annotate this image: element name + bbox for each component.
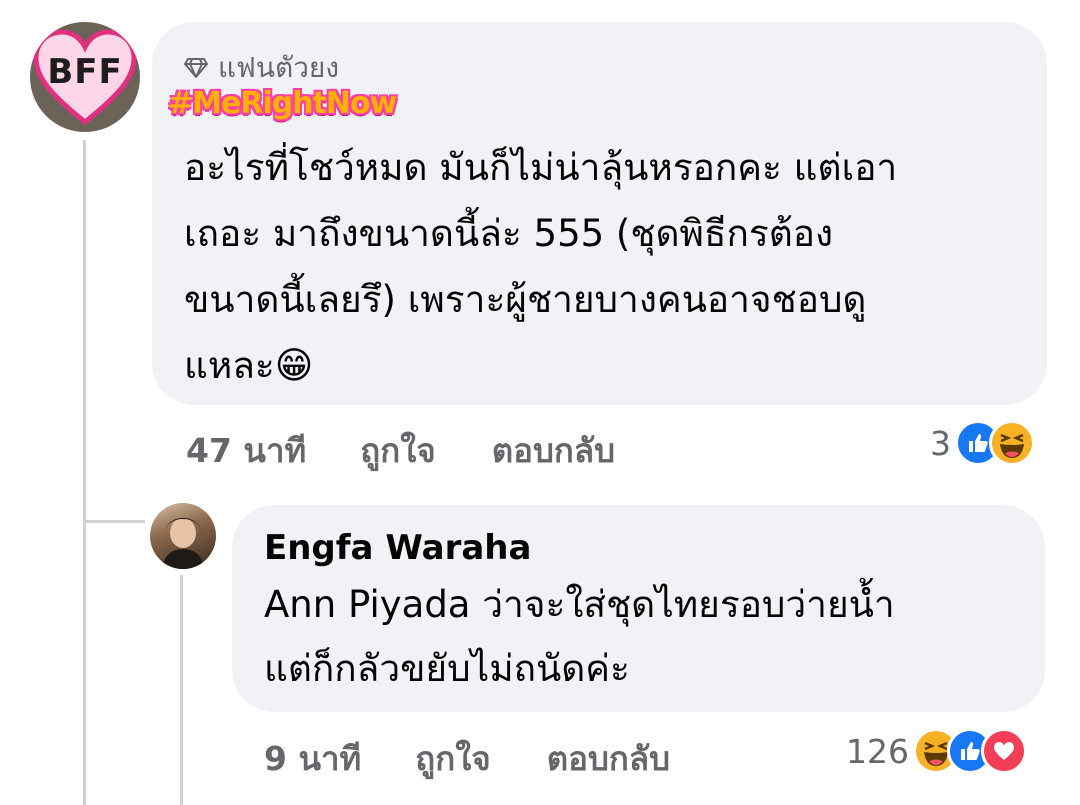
haha-icon [989, 420, 1035, 466]
diamond-icon [184, 58, 208, 78]
reply-text: Ann Piyada ว่าจะใส่ชุดไทยรอบว่ายน้ำ แต่ก… [264, 573, 895, 701]
profile-photo-icon [162, 518, 204, 569]
reply-line: Ann Piyada ว่าจะใส่ชุดไทยรอบว่ายน้ำ [264, 583, 895, 626]
comment-text: อะไรที่โชว์หมด มันก็ไม่น่าลุ้นหรอกคะ แต่… [184, 135, 897, 399]
thread-line-main [83, 140, 86, 805]
love-icon [981, 728, 1027, 774]
avatar-badge-text: BFF [47, 52, 123, 92]
comment-timestamp[interactable]: 47 นาที [186, 424, 306, 477]
commenter-avatar[interactable]: BFF [30, 22, 140, 132]
reply-like-button[interactable]: ถูกใจ [415, 732, 490, 785]
badge-label: แฟนตัวยง [218, 51, 339, 84]
comment-line: ขนาดนี้เลยรึ) เพราะผู้ชายบางคนอาจชอบดู [184, 278, 867, 321]
reply-actions: 9 นาที ถูกใจ ตอบกลับ [264, 732, 670, 785]
reply-button[interactable]: ตอบกลับ [492, 424, 615, 477]
comment-actions: 47 นาที ถูกใจ ตอบกลับ [186, 424, 615, 477]
reply-timestamp[interactable]: 9 นาที [264, 732, 361, 785]
reply-line: แต่ก็กลัวขยับไม่ถนัดค่ะ [264, 647, 630, 690]
reaction-count: 3 [930, 423, 951, 463]
reply-reaction-summary[interactable]: 126 [846, 728, 1027, 774]
reaction-summary[interactable]: 3 [930, 420, 1035, 466]
comment-line: แหละ😁 [184, 344, 314, 387]
thread-line-branch [83, 520, 145, 523]
reply-author-name[interactable]: Engfa Waraha [264, 528, 531, 568]
comment-line: เถอะ มาถึงขนาดนี้ล่ะ 555 (ชุดพิธีกรต้อง [184, 212, 834, 255]
comment-line: อะไรที่โชว์หมด มันก็ไม่น่าลุ้นหรอกคะ แต่… [184, 146, 898, 189]
reply-reply-button[interactable]: ตอบกลับ [547, 732, 670, 785]
top-fan-badge: แฟนตัวยง [184, 46, 339, 90]
hashtag-frame-label[interactable]: #MeRightNow [168, 86, 397, 121]
like-button[interactable]: ถูกใจ [360, 424, 435, 477]
thread-line-reply [180, 575, 183, 805]
reply-author-avatar[interactable] [150, 503, 216, 569]
reply-reaction-count: 126 [846, 731, 909, 771]
